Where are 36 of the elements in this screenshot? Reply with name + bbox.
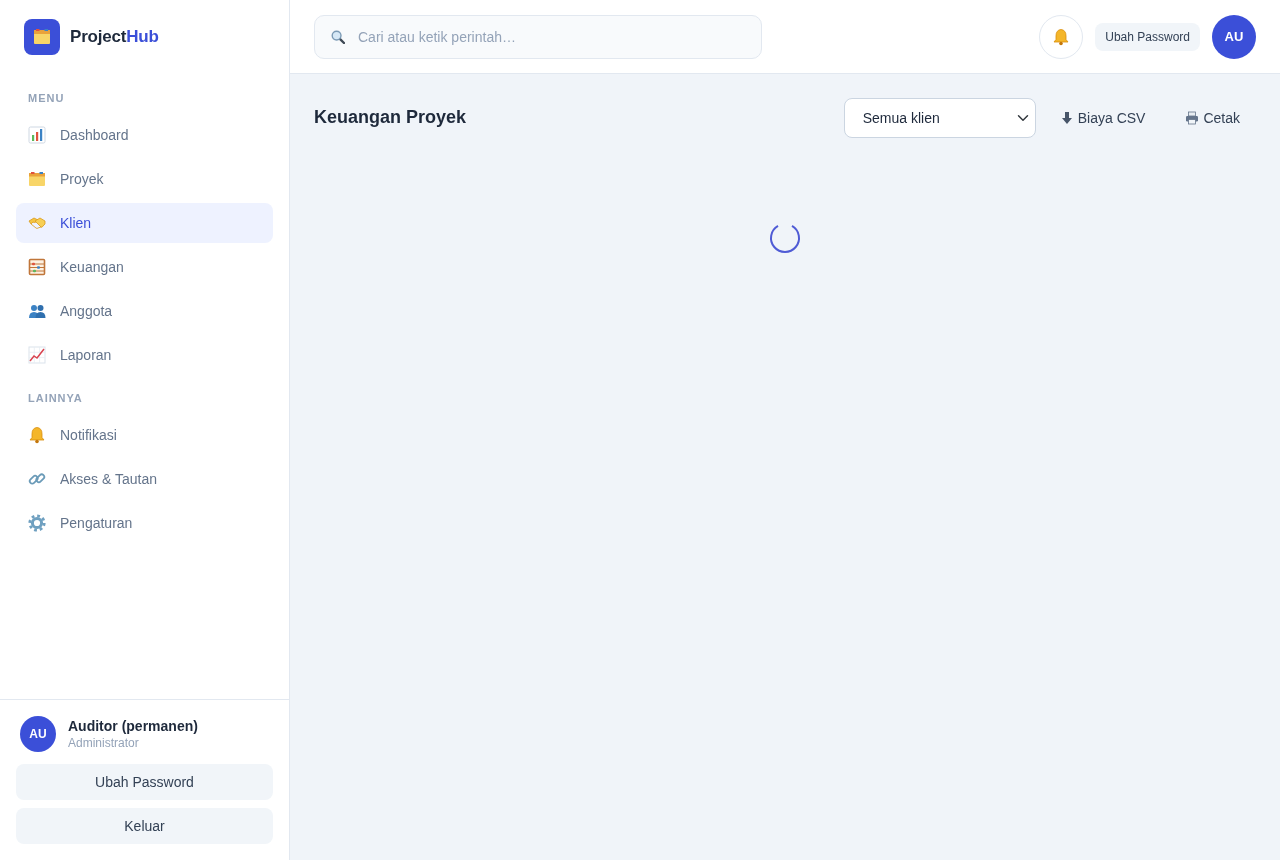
sidebar-nav-item[interactable]: Keuangan <box>16 247 273 287</box>
two-people-icon <box>28 302 46 320</box>
sidebar-nav-item[interactable]: Laporan <box>16 335 273 375</box>
print-button[interactable]: Cetak <box>1169 98 1256 138</box>
logout-button[interactable]: Keluar <box>16 808 273 844</box>
sidebar-nav-item[interactable]: Dashboard <box>16 115 273 155</box>
user-avatar: AU <box>20 716 56 752</box>
bell-icon <box>1052 27 1071 46</box>
user-role: Administrator <box>68 735 140 751</box>
sidebar-section-heading: MENU <box>27 92 66 105</box>
search-field[interactable]: Cari atau ketik perintah… <box>314 14 762 59</box>
sidebar-nav-item[interactable]: Klien <box>16 203 273 243</box>
search-icon <box>331 29 345 44</box>
sidebar-nav-item[interactable]: Pengaturan <box>16 503 273 543</box>
download-csv-button[interactable]: Biaya CSV <box>1043 98 1162 138</box>
change-password-button[interactable]: Ubah Password <box>16 764 273 800</box>
sidebar-nav-item[interactable]: Akses & Tautan <box>16 459 273 499</box>
bar-chart-icon <box>28 126 46 144</box>
bell-icon <box>28 426 46 444</box>
sidebar-nav-item[interactable]: Notifikasi <box>16 415 273 455</box>
page-title: Keuangan Proyek <box>314 107 467 129</box>
abacus-icon <box>28 258 46 276</box>
gear-icon <box>28 514 46 532</box>
sidebar-nav-item[interactable]: Anggota <box>16 291 273 331</box>
line-chart-icon <box>28 346 46 364</box>
user-avatar[interactable]: AU <box>1212 14 1256 59</box>
printer-icon <box>1185 111 1200 125</box>
sidebar-nav-item[interactable]: Proyek <box>16 159 273 199</box>
down-arrow-icon <box>1059 111 1074 125</box>
app-logo-icon <box>24 19 60 55</box>
change-password-button[interactable]: Ubah Password <box>1095 22 1200 51</box>
sidebar-section-heading: LAINNYA <box>27 392 84 405</box>
client-filter-select[interactable]: Semua klien <box>843 98 1036 138</box>
user-name: Auditor (permanen) <box>68 717 198 735</box>
card-folder-icon <box>28 170 46 188</box>
brand-name: ProjectHub <box>70 26 159 49</box>
